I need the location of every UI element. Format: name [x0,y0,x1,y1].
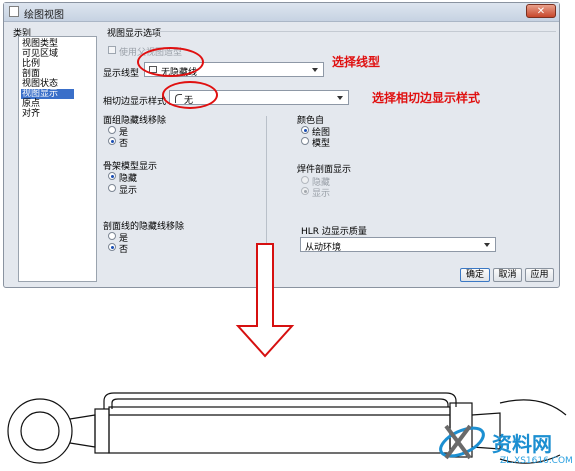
left-eye-outer [7,398,73,464]
rod-end-block [94,408,110,454]
skeleton-show-label: 显示 [119,186,138,196]
category-item-scale[interactable]: 比例 [22,59,40,69]
color-from-model-radio[interactable] [301,137,309,145]
category-list: 视图类型 可见区域 比例 剖面 视图状态 视图显示 原点 对齐 [18,36,97,282]
color-from-drawing-radio[interactable] [301,126,309,134]
category-item-visible-area[interactable]: 可见区域 [22,49,58,59]
cylinder-barrel [108,406,451,454]
skeleton-hide-radio[interactable] [108,172,116,180]
use-parent-style-checkbox[interactable] [108,46,116,54]
tangent-edge-label: 相切边显示样式 [103,97,167,107]
close-button[interactable]: ✕ [526,4,556,18]
left-eye-neck [69,414,96,448]
logo-ring [439,426,485,458]
face-hidden-no-radio[interactable] [108,137,116,145]
chevron-down-icon [312,68,318,72]
face-hidden-yes-radio[interactable] [108,126,116,134]
weld-section-label: 焊件剖面显示 [297,165,352,175]
weld-section-show-label: 显示 [312,189,331,199]
down-arrow-icon [235,243,295,358]
weld-section-show-radio[interactable] [301,187,309,195]
category-item-origin[interactable]: 原点 [22,99,40,109]
hlr-quality-label: HLR 边显示质量 [301,227,367,237]
cylinder-drawing [7,392,567,464]
section-hidden-removal-label: 剖面线的隐藏线移除 [103,222,185,232]
category-item-view-state[interactable]: 视图状态 [22,79,58,89]
ok-button[interactable]: 确定 [460,268,490,282]
tangent-style-highlight [162,81,218,109]
category-item-view-display[interactable]: 视图显示 [21,89,74,99]
group-divider [154,31,556,32]
chevron-down-icon [484,243,490,247]
weld-section-hide-radio[interactable] [301,176,309,184]
app-icon [9,6,19,17]
cancel-button[interactable]: 取消 [493,268,522,282]
window-title: 绘图视图 [24,10,64,21]
watermark-url: ZL.XS1616.COM [500,456,573,466]
line-style-annotation: 选择线型 [332,55,381,69]
view-display-options-label: 视图显示选项 [107,29,162,39]
hlr-quality-select[interactable]: 从动环境 [300,237,496,253]
face-hidden-no-label: 否 [119,139,129,149]
arrow-shape [235,243,295,358]
chevron-down-icon [337,96,343,100]
hlr-quality-value: 从动环境 [305,243,342,253]
tangent-style-annotation: 选择相切边显示样式 [372,91,481,105]
category-item-alignment[interactable]: 对齐 [22,109,40,119]
title-bar: 绘图视图 ✕ [4,3,559,22]
line-style-highlight [137,47,204,77]
skeleton-show-radio[interactable] [108,184,116,192]
face-hidden-removal-label: 面组隐藏线移除 [103,116,167,126]
color-from-model-label: 模型 [312,139,331,149]
section-hidden-no-radio[interactable] [108,243,116,251]
watermark-logo-icon [439,424,485,460]
display-style-label: 显示线型 [103,69,140,79]
apply-button[interactable]: 应用 [525,268,554,282]
category-item-section[interactable]: 剖面 [22,69,40,79]
section-hidden-no-label: 否 [119,245,129,255]
left-eye-inner [20,411,60,451]
category-item-view-type[interactable]: 视图类型 [22,39,58,49]
watermark-brand: 资料网 [492,432,552,456]
section-hidden-yes-radio[interactable] [108,232,116,240]
